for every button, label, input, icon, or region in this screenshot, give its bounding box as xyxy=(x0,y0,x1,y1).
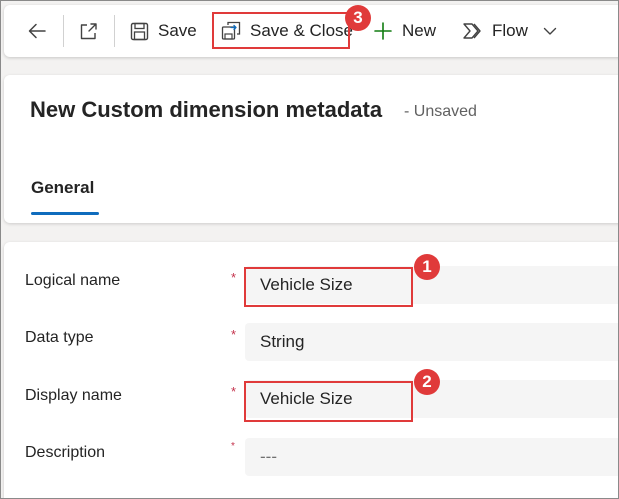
flow-icon xyxy=(463,23,481,39)
data-type-select[interactable]: String xyxy=(245,323,618,361)
description-input[interactable]: --- xyxy=(245,438,618,476)
save-and-close-label: Save & Close xyxy=(250,21,353,40)
new-label: New xyxy=(402,21,437,40)
form-section: Logical name * Vehicle Size Data type * … xyxy=(4,242,618,498)
toolbar-divider xyxy=(63,15,64,47)
command-bar: Save Save & Close New Flow xyxy=(4,5,618,57)
plus-icon xyxy=(374,22,392,40)
flow-button[interactable]: Flow xyxy=(462,5,528,57)
logical-name-input[interactable]: Vehicle Size xyxy=(245,266,618,304)
back-arrow-icon xyxy=(28,23,46,39)
field-label-logical-name: Logical name xyxy=(25,272,121,289)
form-header: New Custom dimension metadata - Unsaved … xyxy=(4,75,618,223)
save-icon xyxy=(130,22,149,40)
required-indicator: * xyxy=(231,327,237,342)
field-label-description: Description xyxy=(25,444,106,461)
save-status: - Unsaved xyxy=(404,103,477,120)
open-in-new-window-icon xyxy=(80,23,97,40)
save-button[interactable]: Save xyxy=(130,5,197,57)
save-and-close-icon xyxy=(221,21,241,40)
app-window: Save Save & Close New Flow New Custom di… xyxy=(0,0,619,499)
display-name-input[interactable]: Vehicle Size xyxy=(245,380,618,418)
flow-label: Flow xyxy=(492,21,528,40)
field-label-data-type: Data type xyxy=(25,329,94,346)
open-in-new-window-button[interactable] xyxy=(78,5,100,57)
tab-general[interactable]: General xyxy=(31,178,94,198)
save-and-close-button[interactable]: Save & Close xyxy=(221,5,353,57)
flow-dropdown-button[interactable] xyxy=(542,5,558,57)
toolbar-divider xyxy=(114,15,115,47)
chevron-down-icon xyxy=(543,27,557,35)
required-indicator: * xyxy=(231,384,237,399)
back-button[interactable] xyxy=(26,5,48,57)
page-title: New Custom dimension metadata xyxy=(30,97,383,122)
field-label-display-name: Display name xyxy=(25,387,122,404)
recommended-indicator: * xyxy=(231,441,235,452)
required-indicator: * xyxy=(231,270,237,285)
new-button[interactable]: New xyxy=(374,5,436,57)
tab-selected-indicator xyxy=(31,212,99,215)
save-label: Save xyxy=(158,21,197,40)
